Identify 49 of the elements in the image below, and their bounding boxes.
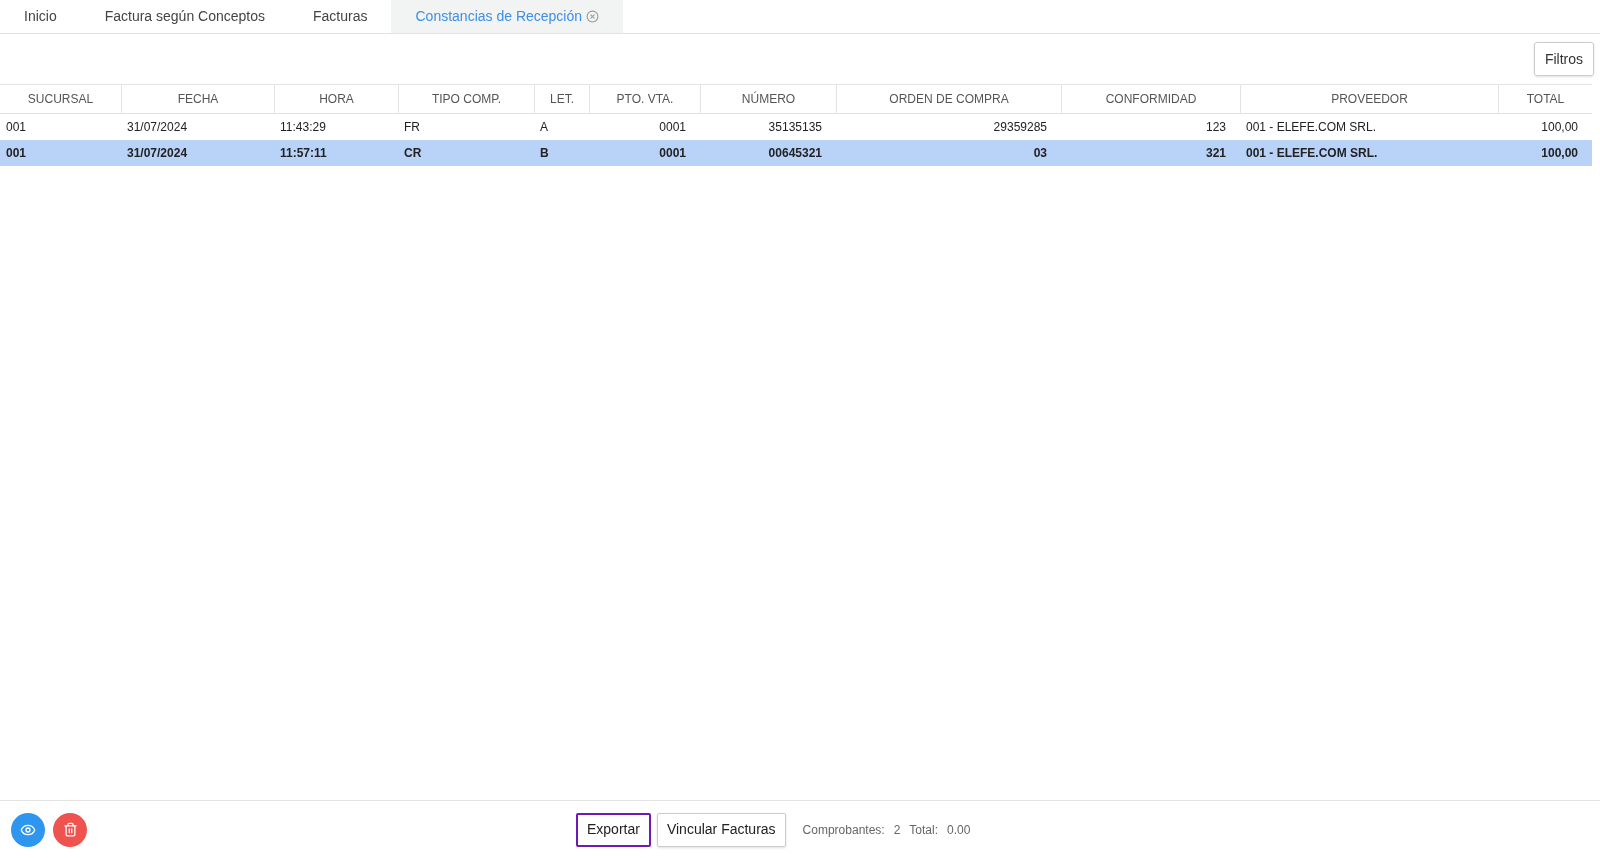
close-icon[interactable]	[586, 10, 600, 23]
table-cell: 123	[1205, 120, 1226, 134]
summary-value: 0.00	[947, 821, 971, 839]
tab[interactable]: Inicio	[0, 0, 81, 33]
delete-button[interactable]	[53, 812, 87, 847]
table-cell: 00645321	[768, 146, 822, 160]
column-header[interactable]: TIPO COMP.	[398, 85, 534, 113]
table-cell: A	[540, 120, 548, 134]
table-cell: B	[540, 146, 549, 160]
column-header[interactable]: ORDEN DE COMPRA	[836, 85, 1061, 113]
column-header[interactable]: HORA	[274, 85, 398, 113]
column-header[interactable]: PTO. VTA.	[589, 85, 700, 113]
table-cell: 001	[6, 120, 27, 134]
summary-label: Total:	[909, 821, 939, 839]
trash-icon	[62, 822, 78, 837]
table-cell: 001	[6, 146, 27, 160]
table-row[interactable]: 001 31/07/2024 11:43:29 FR A 0001 35135135 29359285 123 001 - ELEFE.COM SRL. 100,00	[0, 114, 1592, 140]
filter-button[interactable]: Filtros	[1533, 42, 1594, 76]
action-button[interactable]: Exportar	[576, 812, 651, 847]
tab[interactable]: Factura según Conceptos	[80, 0, 289, 33]
table-cell: 100,00	[1541, 146, 1578, 160]
table-cell: 001 - ELEFE.COM SRL.	[1246, 146, 1378, 160]
column-header[interactable]: PROVEEDOR	[1240, 85, 1498, 113]
table-cell: 001 - ELEFE.COM SRL.	[1246, 120, 1377, 134]
table-cell: FR	[404, 120, 420, 134]
column-header[interactable]: FECHA	[121, 85, 274, 113]
table-cell: 35135135	[768, 120, 822, 134]
summary-value: 2	[893, 821, 901, 839]
table-cell: 11:57:11	[280, 146, 327, 160]
column-header[interactable]: CONFORMIDAD	[1061, 85, 1240, 113]
table-cell: 11:43:29	[280, 120, 326, 134]
table-row[interactable]: 001 31/07/2024 11:57:11 CR B 0001 00645321 03 321 001 - ELEFE.COM SRL. 100,00	[0, 140, 1592, 166]
column-header[interactable]: NÚMERO	[700, 85, 836, 113]
table-cell: 31/07/2024	[127, 146, 188, 160]
table-cell: 321	[1205, 146, 1226, 160]
table-cell: 100,00	[1541, 120, 1578, 134]
table-cell: 29359285	[993, 120, 1047, 134]
tab[interactable]: Facturas	[289, 0, 392, 33]
view-button[interactable]	[11, 812, 45, 847]
table-cell: CR	[404, 146, 422, 160]
column-header[interactable]: LET.	[534, 85, 589, 113]
column-header[interactable]: SUCURSAL	[0, 85, 121, 113]
column-header[interactable]: TOTAL	[1498, 85, 1592, 113]
table-cell: 0001	[659, 146, 686, 160]
action-button[interactable]: Vincular Facturas	[656, 812, 786, 847]
summary-label: Comprobantes:	[802, 821, 885, 839]
table-cell: 31/07/2024	[127, 120, 188, 134]
table-cell: 03	[1033, 146, 1047, 160]
table-cell: 0001	[659, 120, 686, 134]
